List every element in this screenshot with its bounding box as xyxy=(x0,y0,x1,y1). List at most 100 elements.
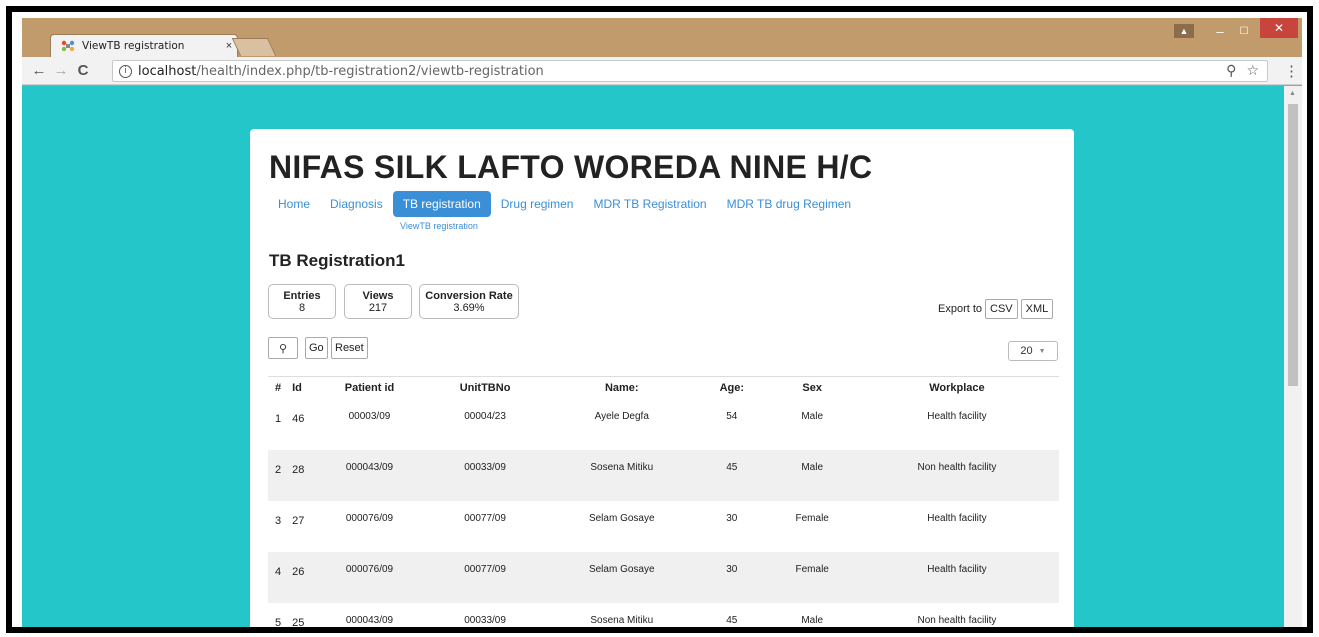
back-icon[interactable]: ← xyxy=(28,62,50,79)
cell-index: 2 xyxy=(274,463,282,476)
col-header-sex[interactable]: Sex xyxy=(769,376,855,399)
search-icon: ⚲ xyxy=(278,342,288,355)
tab-strip: ViewTB registration × ▲ – ☐ ✕ xyxy=(22,18,1302,57)
cell-name: Sosena Mitiku xyxy=(590,461,654,473)
cell-age: 30 xyxy=(726,563,738,575)
cell-id: 28 xyxy=(292,463,305,476)
nav-mdr-tb-registration[interactable]: MDR TB Registration xyxy=(583,191,716,217)
col-header-patient-id[interactable]: Patient id xyxy=(318,376,421,399)
col-header-name[interactable]: Name: xyxy=(549,376,695,399)
cell-id: 25 xyxy=(292,616,305,628)
cell-age: 54 xyxy=(726,410,738,422)
cell-name: Sosena Mitiku xyxy=(590,614,654,626)
col-header-age[interactable]: Age: xyxy=(694,376,770,399)
close-window-button[interactable]: ✕ xyxy=(1260,18,1298,38)
table-row[interactable]: 4 26 000076/09 00077/09 Selam Gosaye 30 … xyxy=(268,551,1059,603)
table-row[interactable]: 2 28 000043/09 00033/09 Sosena Mitiku 45… xyxy=(268,449,1059,501)
cell-unittbno: 00004/23 xyxy=(464,410,506,422)
nav-diagnosis[interactable]: Diagnosis xyxy=(320,191,393,217)
section-title: TB Registration1 xyxy=(269,251,406,270)
cell-workplace: Health facility xyxy=(927,512,987,524)
stat-views-label: Views xyxy=(362,289,394,302)
per-page-select[interactable]: 20 ▼ xyxy=(1008,341,1058,361)
bookmark-star-icon[interactable]: ☆ xyxy=(1246,63,1259,79)
stat-entries-value: 8 xyxy=(298,301,306,314)
cell-age: 45 xyxy=(726,461,738,473)
col-header-unittbno[interactable]: UnitTBNo xyxy=(420,376,550,399)
cell-sex: Female xyxy=(795,563,829,575)
menu-icon[interactable]: ⋮ xyxy=(1284,62,1299,80)
cell-index: 1 xyxy=(274,412,282,425)
browser-window: ViewTB registration × ▲ – ☐ ✕ ← → C i lo… xyxy=(22,18,1302,627)
reset-button[interactable]: Reset xyxy=(331,337,368,359)
browser-toolbar: ← → C i localhost /health/index.php/tb-r… xyxy=(22,57,1302,85)
cell-workplace: Health facility xyxy=(927,563,987,575)
cell-workplace: Health facility xyxy=(927,410,987,422)
stat-entries: Entries 8 xyxy=(268,284,336,319)
site-title: NIFAS SILK LAFTO WOREDA NINE H/C xyxy=(269,149,873,185)
reload-icon[interactable]: C xyxy=(72,62,94,79)
browser-tab[interactable]: ViewTB registration × xyxy=(50,34,238,57)
registration-table: # Id Patient id UnitTBNo Name: Age: Sex … xyxy=(268,376,1059,627)
joomla-icon xyxy=(61,40,75,52)
col-header-workplace[interactable]: Workplace xyxy=(854,376,1059,399)
scroll-up-icon[interactable]: ▲ xyxy=(1289,90,1296,97)
cell-id: 46 xyxy=(292,412,305,425)
nav-drug-regimen[interactable]: Drug regimen xyxy=(491,191,584,217)
cell-id: 26 xyxy=(292,565,305,578)
vertical-scrollbar[interactable]: ▲ xyxy=(1284,86,1302,627)
cell-index: 4 xyxy=(274,565,282,578)
table-row[interactable]: 5 25 000043/09 00033/09 Sosena Mitiku 45… xyxy=(268,603,1059,628)
nav-mdr-tb-drug-regimen[interactable]: MDR TB drug Regimen xyxy=(717,191,862,217)
cell-name: Ayele Degfa xyxy=(594,410,649,422)
stat-conversion-value: 3.69% xyxy=(453,301,485,314)
info-icon[interactable]: i xyxy=(119,64,132,78)
stat-conversion-rate: Conversion Rate 3.69% xyxy=(419,284,519,319)
export-xml-button[interactable]: XML xyxy=(1020,299,1054,319)
scrollbar-thumb[interactable] xyxy=(1288,104,1298,386)
page-viewport: NIFAS SILK LAFTO WOREDA NINE H/C Home Di… xyxy=(22,86,1284,627)
cell-patient-id: 000043/09 xyxy=(345,461,394,473)
go-button[interactable]: Go xyxy=(305,337,328,359)
table-row[interactable]: 3 27 000076/09 00077/09 Selam Gosaye 30 … xyxy=(268,501,1059,552)
cell-unittbno: 00077/09 xyxy=(464,563,506,575)
cell-patient-id: 000076/09 xyxy=(345,512,394,524)
cell-sex: Male xyxy=(801,410,824,422)
main-nav: Home Diagnosis TB registration Drug regi… xyxy=(268,191,861,217)
export-label: Export to xyxy=(938,303,983,315)
zoom-icon[interactable]: ⚲ xyxy=(1226,63,1236,79)
maximize-button[interactable]: ☐ xyxy=(1233,24,1255,38)
cell-age: 45 xyxy=(726,614,738,626)
cell-id: 27 xyxy=(292,514,305,527)
url-host: localhost xyxy=(138,63,197,79)
new-tab-button[interactable] xyxy=(231,38,277,56)
cell-unittbno: 00033/09 xyxy=(464,614,506,626)
table-row[interactable]: 1 46 00003/09 00004/23 Ayele Degfa 54 Ma… xyxy=(268,399,1059,450)
nav-home[interactable]: Home xyxy=(268,191,320,217)
col-header-id[interactable]: Id xyxy=(288,376,319,399)
cell-patient-id: 00003/09 xyxy=(348,410,391,422)
tab-title: ViewTB registration xyxy=(82,40,185,52)
cell-unittbno: 00033/09 xyxy=(464,461,506,473)
nav-tb-registration[interactable]: TB registration xyxy=(392,191,491,217)
cell-unittbno: 00077/09 xyxy=(464,512,506,524)
cell-index: 3 xyxy=(274,514,282,527)
cell-name: Selam Gosaye xyxy=(588,512,655,524)
cell-patient-id: 000076/09 xyxy=(345,563,394,575)
subnav-viewtb-registration[interactable]: ViewTB registration xyxy=(400,221,478,231)
stat-conversion-label: Conversion Rate xyxy=(425,289,513,302)
col-header-index[interactable]: # xyxy=(268,376,289,399)
export-group: Export to CSV XML xyxy=(938,299,1054,319)
stat-views: Views 217 xyxy=(344,284,412,319)
cell-sex: Female xyxy=(795,512,829,524)
minimize-button[interactable]: – xyxy=(1209,24,1231,39)
forward-icon[interactable]: → xyxy=(50,62,72,79)
export-csv-button[interactable]: CSV xyxy=(985,299,1018,319)
cell-sex: Male xyxy=(801,614,824,626)
search-button[interactable]: ⚲ xyxy=(268,337,298,359)
stat-views-value: 217 xyxy=(368,301,388,314)
user-icon[interactable]: ▲ xyxy=(1174,24,1194,38)
address-bar[interactable]: i localhost /health/index.php/tb-registr… xyxy=(112,60,1268,82)
url-path: /health/index.php/tb-registration2/viewt… xyxy=(196,63,544,79)
cell-sex: Male xyxy=(801,461,824,473)
